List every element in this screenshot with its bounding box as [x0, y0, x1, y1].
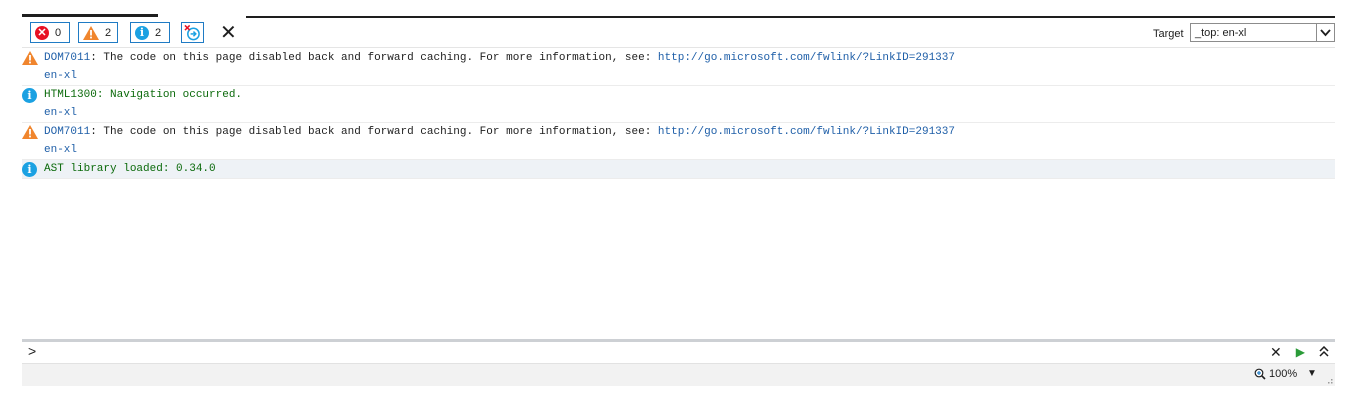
message-link[interactable]: http://go.microsoft.com/fwlink/?LinkID=2…: [658, 126, 955, 138]
info-icon: i: [22, 88, 37, 103]
clear-on-navigate-button[interactable]: [181, 22, 204, 43]
target-select-value: _top: en-xl: [1195, 27, 1247, 39]
top-tab-indicator: [22, 14, 158, 17]
clear-input-icon[interactable]: ✕: [1270, 344, 1282, 360]
clear-console-icon[interactable]: ✕: [220, 23, 237, 43]
console-message[interactable]: DOM7011: The code on this page disabled …: [22, 49, 1335, 86]
warning-icon: [22, 125, 38, 139]
console-message[interactable]: i HTML1300: Navigation occurred. en-xl: [22, 86, 1335, 123]
command-prompt: >: [28, 343, 37, 359]
info-count: 2: [155, 26, 162, 39]
zoom-control[interactable]: 100%: [1254, 368, 1297, 380]
message-source-link[interactable]: en-xl: [22, 67, 1335, 85]
message-text: : The code on this page disabled back an…: [90, 126, 658, 138]
message-text: AST library loaded: 0.34.0: [44, 163, 216, 175]
message-source-link[interactable]: en-xl: [22, 141, 1335, 159]
message-text: : Navigation occurred.: [96, 89, 243, 101]
message-text: : The code on this page disabled back an…: [90, 52, 658, 64]
zoom-level: 100%: [1269, 368, 1298, 380]
warning-icon: [22, 51, 38, 65]
top-divider: [246, 16, 1335, 18]
errors-count: 0: [55, 26, 62, 39]
info-icon: i: [22, 162, 37, 177]
zoom-icon: [1254, 368, 1266, 380]
clear-on-navigate-icon: [184, 24, 200, 41]
errors-filter-button[interactable]: ✕ 0: [30, 22, 70, 43]
message-code: HTML1300: [44, 89, 97, 101]
console-toolbar: ✕ 0 2 i 2 ✕ Target _top: en-xl: [22, 22, 1335, 47]
zoom-dropdown-icon[interactable]: ▼: [1307, 368, 1317, 379]
message-link[interactable]: http://go.microsoft.com/fwlink/?LinkID=2…: [658, 52, 955, 64]
message-code: DOM7011: [44, 126, 91, 138]
info-icon: i: [135, 25, 149, 40]
target-select[interactable]: _top: en-xl: [1190, 23, 1335, 42]
console-message-list: DOM7011: The code on this page disabled …: [22, 49, 1335, 179]
f12-console: ✕ 0 2 i 2 ✕ Target _top: en-xl DOM7011: …: [22, 14, 1335, 386]
command-actions: ✕ ▶: [1270, 344, 1329, 360]
message-code: DOM7011: [44, 52, 91, 64]
console-message-selected[interactable]: i AST library loaded: 0.34.0: [22, 160, 1335, 179]
warnings-count: 2: [105, 26, 112, 39]
warnings-filter-button[interactable]: 2: [78, 22, 118, 43]
message-source-link[interactable]: en-xl: [22, 104, 1335, 122]
command-line[interactable]: > ✕ ▶: [22, 339, 1335, 361]
target-label: Target: [1153, 28, 1184, 40]
toolbar-divider: [22, 47, 1335, 48]
warning-icon: [83, 25, 99, 40]
chevron-down-icon[interactable]: [1316, 24, 1334, 41]
info-filter-button[interactable]: i 2: [130, 22, 170, 43]
status-bar: 100% ▼: [22, 363, 1335, 386]
console-message[interactable]: DOM7011: The code on this page disabled …: [22, 123, 1335, 160]
resize-grip-icon[interactable]: [1325, 376, 1333, 384]
error-icon: ✕: [35, 25, 49, 40]
run-icon[interactable]: ▶: [1296, 344, 1305, 360]
expand-multiline-icon[interactable]: [1319, 344, 1329, 360]
